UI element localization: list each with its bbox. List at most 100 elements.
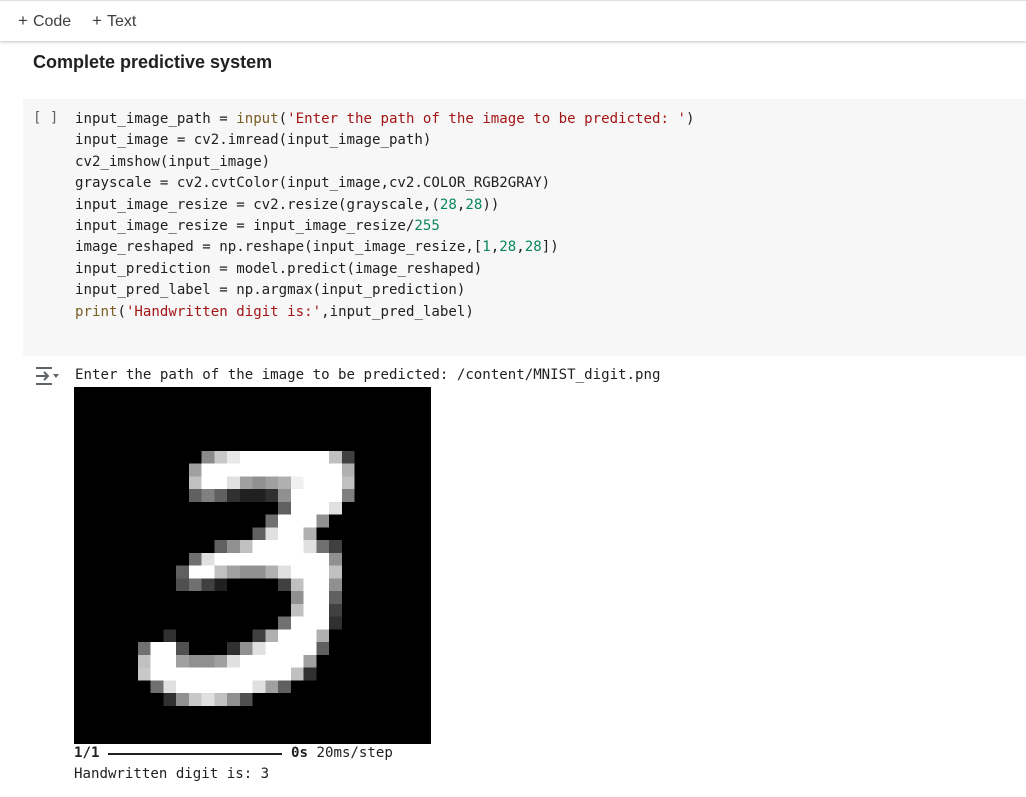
add-code-button[interactable]: + Code: [18, 11, 71, 31]
digit-pixel: [252, 654, 266, 668]
digit-pixel: [252, 463, 266, 477]
digit-pixel: [163, 667, 176, 681]
digit-pixel: [201, 654, 215, 668]
digit-pixel: [201, 463, 215, 477]
digit-pixel: [176, 654, 189, 668]
digit-pixel: [201, 489, 215, 502]
digit-pixel: [303, 578, 317, 591]
progress-bar: [108, 753, 282, 755]
digit-pixel: [252, 489, 266, 502]
digit-pixel: [227, 552, 240, 566]
digit-pixel: [329, 463, 342, 477]
digit-pixel: [265, 476, 278, 489]
digit-pixel: [239, 450, 253, 464]
digit-pixel: [265, 642, 278, 655]
code-line: cv2_imshow(input_image): [75, 153, 271, 170]
digit-pixel: [265, 552, 278, 566]
digit-pixel: [290, 591, 304, 604]
digit-pixel: [214, 578, 227, 591]
digit-pixel: [329, 565, 342, 579]
digit-pixel: [150, 680, 164, 693]
digit-pixel: [176, 565, 189, 579]
code-line: image_reshaped = np.reshape(input_image_…: [75, 239, 559, 256]
output-prompt-line: Enter the path of the image to be predic…: [75, 367, 661, 383]
digit-pixel: [278, 629, 291, 642]
notebook-toolbar: + Code + Text: [0, 0, 1026, 41]
digit-pixel: [239, 680, 253, 693]
digit-pixel: [341, 463, 355, 477]
digit-pixel: [278, 514, 291, 528]
digit-pixel: [278, 450, 291, 464]
code-line: input_pred_label = np.argmax(input_predi…: [75, 282, 466, 299]
digit-pixel: [227, 680, 240, 693]
digit-pixel: [239, 565, 253, 579]
digit-pixel: [303, 540, 317, 553]
digit-pixel: [265, 629, 278, 642]
digit-pixel: [163, 654, 176, 668]
digit-pixel: [303, 463, 317, 477]
section-heading: Complete predictive system: [33, 52, 273, 72]
digit-pixel: [227, 654, 240, 668]
digit-pixel: [329, 540, 342, 553]
digit-pixel: [265, 540, 278, 553]
digit-pixel: [290, 642, 304, 655]
digit-pixel: [290, 463, 304, 477]
digit-pixel: [252, 629, 266, 642]
digit-pixel: [163, 693, 176, 706]
digit-pixel: [278, 501, 291, 515]
digit-pixel: [316, 616, 329, 630]
code-editor[interactable]: input_image_path = input('Enter the path…: [75, 109, 694, 323]
digit-pixel: [278, 489, 291, 502]
digit-pixel: [201, 450, 215, 464]
digit-pixel: [239, 667, 253, 681]
digit-pixel: [303, 514, 317, 528]
digit-pixel: [278, 578, 291, 591]
digit-pixel: [227, 642, 240, 655]
output-toggle-icon[interactable]: [34, 365, 60, 392]
digit-pixel: [176, 693, 189, 706]
digit-pixel: [341, 450, 355, 464]
digit-pixel: [214, 552, 227, 566]
digit-pixel: [341, 476, 355, 489]
digit-pixel: [316, 629, 329, 642]
digit-pixel: [290, 540, 304, 553]
digit-pixel: [329, 552, 342, 566]
digit-pixel: [303, 527, 317, 540]
digit-pixel: [201, 552, 215, 566]
digit-pixel: [303, 629, 317, 642]
digit-pixel: [239, 476, 253, 489]
digit-pixel: [278, 527, 291, 540]
add-text-button[interactable]: + Text: [92, 11, 136, 31]
digit-pixel: [303, 616, 317, 630]
digit-pixel: [214, 476, 227, 489]
progress-time: 0s: [291, 745, 308, 761]
digit-pixel: [303, 450, 317, 464]
digit-pixel: [329, 603, 342, 617]
digit-pixel: [265, 654, 278, 668]
digit-pixel: [290, 667, 304, 681]
digit-pixel: [303, 654, 317, 668]
code-line: input_image = cv2.imread(input_image_pat…: [75, 132, 432, 149]
digit-pixel: [188, 578, 202, 591]
digit-pixel: [316, 463, 329, 477]
digit-pixel: [214, 463, 227, 477]
run-cell-indicator[interactable]: [ ]: [33, 110, 58, 126]
digit-pixel: [252, 450, 266, 464]
digit-pixel: [341, 489, 355, 502]
digit-pixel: [227, 565, 240, 579]
digit-pixel: [290, 603, 304, 617]
digit-pixel: [227, 450, 240, 464]
digit-pixel: [188, 654, 202, 668]
digit-pixel: [252, 565, 266, 579]
digit-pixel: [290, 654, 304, 668]
digit-pixel: [265, 489, 278, 502]
progress-rate: 20ms/step: [316, 745, 393, 761]
digit-pixel: [316, 450, 329, 464]
digit-pixel: [176, 642, 189, 655]
digit-pixel: [137, 654, 151, 668]
result-line: Handwritten digit is: 3: [74, 766, 270, 782]
digit-pixel: [201, 680, 215, 693]
digit-pixel: [329, 616, 342, 630]
digit-pixel: [265, 680, 278, 693]
digit-pixel: [150, 642, 164, 655]
